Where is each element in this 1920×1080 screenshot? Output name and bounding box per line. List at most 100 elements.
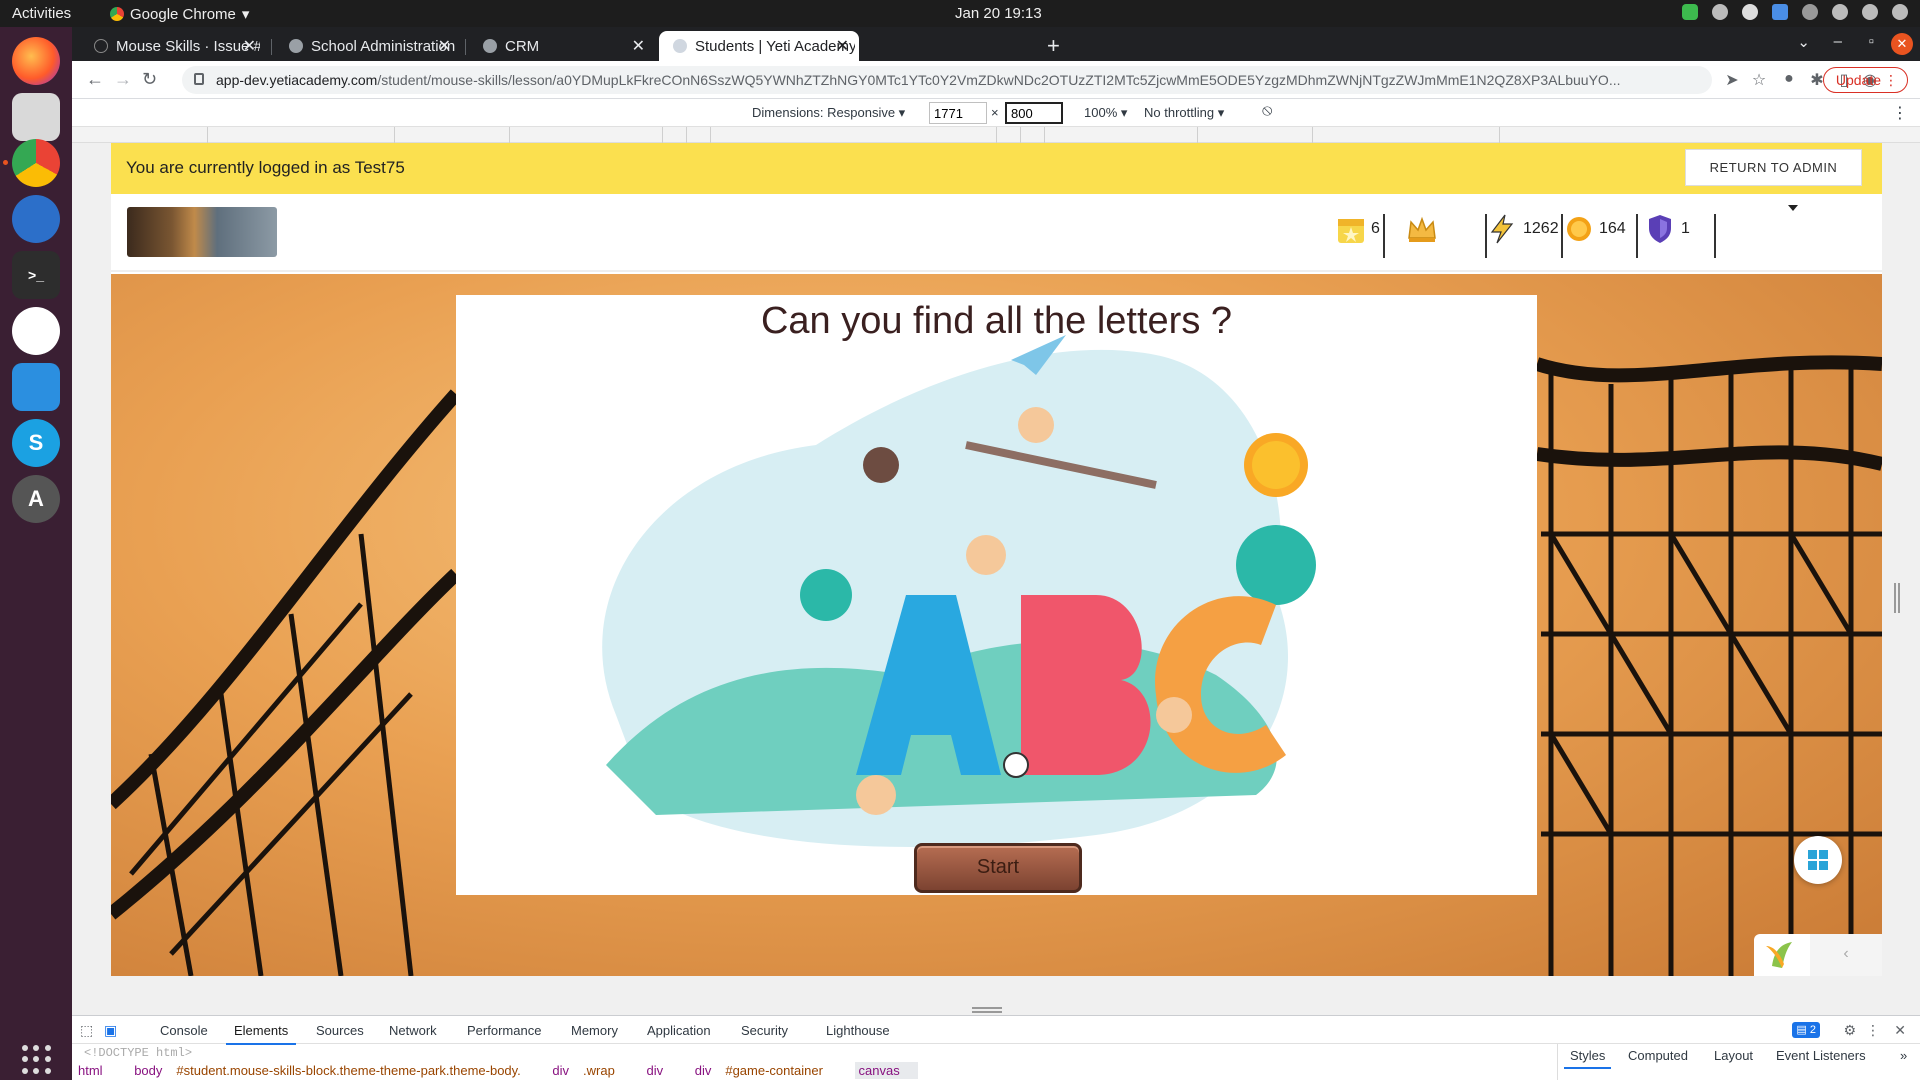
windows-widget-icon[interactable] [1794, 836, 1842, 884]
layout-tab[interactable]: Layout [1714, 1048, 1753, 1063]
breadcrumb-html[interactable]: html [78, 1063, 117, 1078]
stars-stat[interactable]: 6 [1337, 214, 1380, 244]
devtools-tab-network[interactable]: Network [389, 1023, 437, 1038]
clock[interactable]: Jan 20 19:13 [955, 5, 1042, 22]
system-tray[interactable] [1682, 4, 1908, 20]
start-button[interactable]: Start [914, 843, 1082, 893]
breadcrumb-div-wrap[interactable]: div .wrap [552, 1063, 628, 1078]
terminal-icon[interactable]: >_ [12, 251, 60, 299]
settings-gear-icon[interactable]: ⚙ [1843, 1022, 1856, 1039]
tab-search-icon[interactable]: ⌄ [1797, 33, 1810, 51]
breadcrumb-div-game-container[interactable]: div #game-container [695, 1063, 837, 1078]
throttling-dropdown[interactable]: No throttling ▾ [1144, 105, 1224, 121]
breadcrumb-div[interactable]: div [646, 1063, 677, 1078]
minimize-button[interactable]: – [1834, 33, 1842, 50]
devtools-tab-elements[interactable]: Elements [225, 1023, 297, 1045]
software-updater-icon[interactable]: A [12, 475, 60, 523]
device-width-input[interactable] [929, 102, 987, 124]
volume-icon[interactable] [1832, 4, 1848, 20]
send-icon[interactable]: ➤ [1722, 70, 1742, 90]
slack-tray-icon[interactable] [1712, 4, 1728, 20]
crown-stat[interactable] [1407, 214, 1436, 244]
dom-doctype-line[interactable]: <!DOCTYPE html> [84, 1046, 192, 1060]
tiger-avatar-image[interactable] [127, 207, 277, 257]
devtools-tab-sources[interactable]: Sources [316, 1023, 364, 1038]
maximize-button[interactable]: ▫ [1869, 33, 1874, 50]
shield-tray-icon[interactable] [1772, 4, 1788, 20]
devtools-tab-performance[interactable]: Performance [467, 1023, 541, 1038]
devtools-more-icon[interactable]: ⋮ [1866, 1022, 1880, 1039]
yeti-logo-icon[interactable] [1754, 934, 1810, 976]
slack-icon[interactable] [12, 307, 60, 355]
viewport-resize-handle[interactable] [972, 1007, 1002, 1013]
close-icon[interactable]: ✕ [438, 36, 451, 56]
new-tab-button[interactable]: + [1047, 33, 1060, 59]
status-check-icon[interactable] [1682, 4, 1698, 20]
devtools-tab-lighthouse[interactable]: Lighthouse [826, 1023, 890, 1038]
vscode-icon[interactable] [12, 363, 60, 411]
more-tabs-icon[interactable]: » [1900, 1048, 1907, 1063]
viewport-width-handle[interactable] [1894, 583, 1900, 613]
event-listeners-tab[interactable]: Event Listeners [1776, 1048, 1866, 1063]
styles-tab[interactable]: Styles [1563, 1048, 1612, 1069]
lightning-icon [1489, 214, 1515, 244]
chrome-icon[interactable] [12, 139, 60, 187]
close-window-button[interactable]: ✕ [1891, 33, 1913, 55]
address-bar[interactable]: app-dev.yetiacademy.com/student/mouse-sk… [182, 66, 1712, 94]
browser-toolbar: ← → ↻ app-dev.yetiacademy.com/student/mo… [72, 61, 1920, 99]
device-toggle-icon[interactable]: ▣ [104, 1022, 117, 1039]
forward-icon[interactable]: → [114, 69, 132, 90]
devtools-tab-console[interactable]: Console [160, 1023, 208, 1038]
device-height-input[interactable] [1005, 102, 1063, 124]
show-applications-icon[interactable] [22, 1045, 52, 1075]
files-icon[interactable] [12, 93, 60, 141]
extension-color-icon[interactable]: ● [1779, 70, 1799, 90]
back-icon[interactable]: ← [86, 69, 104, 90]
inspect-element-icon[interactable]: ⬚ [80, 1022, 93, 1039]
zoom-dropdown[interactable]: 100% ▾ [1084, 105, 1127, 121]
shields-count: 1 [1681, 220, 1690, 237]
breadcrumb-canvas[interactable]: canvas [854, 1062, 918, 1079]
chevron-left-icon[interactable]: ‹ [1810, 934, 1882, 976]
issues-badge[interactable]: ▤ 2 [1792, 1022, 1820, 1038]
reload-icon[interactable]: ↻ [142, 69, 157, 90]
tab-crm[interactable]: CRM ✕ [469, 31, 655, 61]
tab-strip: Mouse Skills · Issue #1443 ✕ School Admi… [72, 27, 1920, 61]
bookmark-star-icon[interactable]: ☆ [1749, 70, 1769, 90]
mail-icon[interactable] [12, 195, 60, 243]
energy-stat[interactable]: 1262 [1489, 214, 1559, 244]
devtools-tab-memory[interactable]: Memory [571, 1023, 618, 1038]
coins-stat[interactable]: 164 [1565, 214, 1626, 244]
close-icon[interactable]: ✕ [632, 36, 645, 56]
network-icon[interactable] [1802, 4, 1818, 20]
account-dropdown-caret-icon[interactable] [1788, 205, 1798, 211]
power-icon[interactable] [1892, 4, 1908, 20]
more-options-icon[interactable]: ⋮ [1892, 103, 1908, 123]
dimensions-dropdown[interactable]: Dimensions: Responsive ▾ [752, 105, 905, 121]
media-query-bar[interactable] [72, 127, 1920, 143]
shields-stat[interactable]: 1 [1647, 214, 1690, 244]
game-canvas[interactable]: Can you find all the letters ? Start [456, 295, 1537, 895]
tab-school-administration[interactable]: School Administration - Yeti ✕ [275, 31, 461, 61]
skype-icon[interactable]: S [12, 419, 60, 467]
breadcrumb-body[interactable]: body #student.mouse-skills-block.theme-th… [134, 1063, 535, 1078]
tab-students-yeti-academy[interactable]: Students | Yeti Academy ✕ [659, 31, 859, 61]
return-to-admin-button[interactable]: RETURN TO ADMIN [1685, 149, 1862, 186]
lock-icon[interactable] [194, 73, 204, 85]
rotate-icon[interactable]: ⦸ [1262, 102, 1272, 120]
close-icon[interactable]: ✕ [243, 36, 256, 56]
issues-count: 2 [1809, 1024, 1816, 1036]
chrome-tray-icon[interactable] [1742, 4, 1758, 20]
update-label: Update [1835, 72, 1881, 88]
devtools-tab-security[interactable]: Security [741, 1023, 788, 1038]
firefox-icon[interactable] [12, 37, 60, 85]
close-icon[interactable]: ✕ [836, 36, 849, 56]
tab-mouse-skills-issue[interactable]: Mouse Skills · Issue #1443 ✕ [80, 31, 266, 61]
activities-button[interactable]: Activities [12, 5, 71, 22]
microphone-icon[interactable] [1862, 4, 1878, 20]
app-menu[interactable]: Google Chrome ▾ [110, 5, 249, 23]
update-button[interactable]: Update ⋮ [1822, 67, 1908, 93]
close-devtools-icon[interactable]: ✕ [1894, 1022, 1906, 1039]
computed-tab[interactable]: Computed [1628, 1048, 1688, 1063]
devtools-tab-application[interactable]: Application [647, 1023, 711, 1038]
